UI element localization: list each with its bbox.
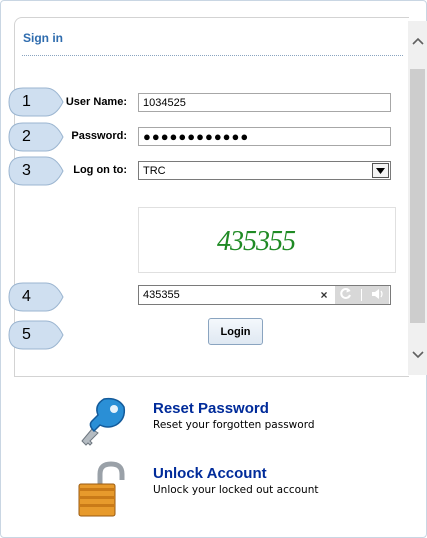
- unlock-account-desc: Unlock your locked out account: [153, 484, 319, 496]
- captcha-controls: [335, 286, 389, 304]
- username-field[interactable]: 1034525: [138, 93, 391, 112]
- refresh-icon[interactable]: [339, 287, 352, 303]
- clear-icon[interactable]: ×: [313, 288, 335, 302]
- separator: [360, 289, 362, 301]
- captcha-image: 435355: [138, 207, 396, 273]
- callout-number: 3: [22, 162, 31, 179]
- password-label: Password:: [71, 130, 127, 142]
- key-icon: [78, 395, 130, 454]
- captcha-tools: ×: [313, 286, 391, 304]
- callout-number: 4: [22, 288, 31, 305]
- signin-title: Sign in: [23, 31, 63, 45]
- callout-3: 3: [8, 156, 64, 186]
- chevron-up-icon[interactable]: [408, 21, 427, 61]
- password-field[interactable]: ●●●●●●●●●●●●: [138, 127, 391, 146]
- callout-1: 1: [8, 87, 64, 117]
- callout-4: 4: [8, 282, 64, 312]
- unlock-account-link[interactable]: Unlock Account Unlock your locked out ac…: [78, 460, 378, 520]
- audio-icon[interactable]: [371, 288, 385, 303]
- logon-select[interactable]: TRC: [138, 161, 391, 180]
- logon-label: Log on to:: [73, 164, 127, 176]
- reset-password-title[interactable]: Reset Password: [153, 400, 269, 417]
- reset-password-link[interactable]: Reset Password Reset your forgotten pass…: [78, 395, 378, 455]
- scroll-thumb[interactable]: [410, 69, 425, 323]
- callout-number: 1: [22, 93, 31, 110]
- unlock-account-title[interactable]: Unlock Account: [153, 465, 267, 482]
- padlock-icon: [78, 460, 130, 521]
- callout-number: 2: [22, 128, 31, 145]
- callout-2: 2: [8, 122, 64, 152]
- username-label: User Name:: [65, 96, 127, 108]
- login-button[interactable]: Login: [208, 318, 263, 345]
- callout-5: 5: [8, 320, 64, 350]
- chevron-down-icon[interactable]: [408, 335, 427, 375]
- reset-password-desc: Reset your forgotten password: [153, 419, 315, 431]
- title-divider: [22, 55, 403, 56]
- captcha-input-value: 435355: [143, 289, 180, 301]
- vertical-scrollbar[interactable]: [408, 21, 427, 375]
- logon-select-value: TRC: [143, 165, 166, 177]
- callout-number: 5: [22, 326, 31, 343]
- captcha-text: 435355: [217, 226, 296, 257]
- chevron-down-icon[interactable]: [372, 163, 389, 178]
